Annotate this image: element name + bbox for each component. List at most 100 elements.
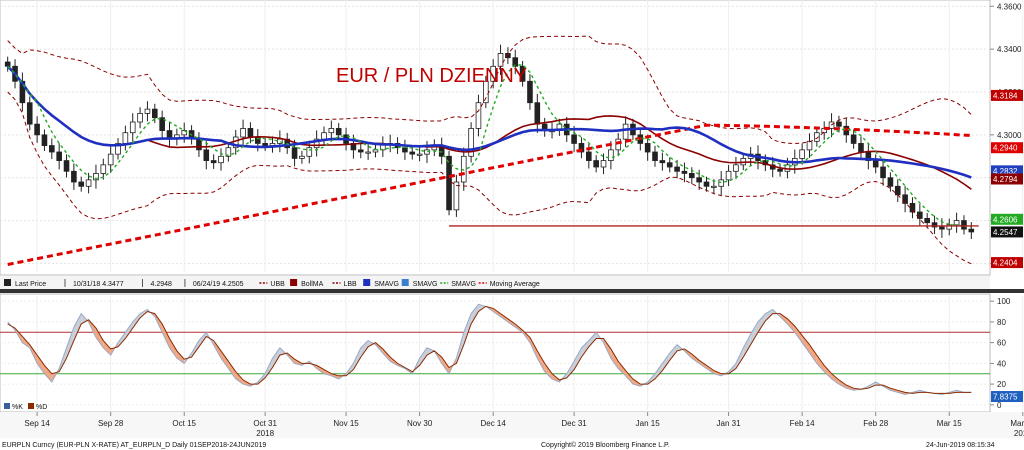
candle bbox=[63, 160, 70, 172]
legend-label: UBB bbox=[270, 281, 285, 288]
candle bbox=[475, 102, 482, 129]
osc-tick-label: 20 bbox=[997, 380, 1006, 389]
candle bbox=[733, 164, 739, 172]
x-tick-label: Mar 15 bbox=[937, 419, 962, 428]
price-tick-label: 4.3400 bbox=[997, 45, 1022, 54]
legend-swatch bbox=[4, 403, 10, 409]
panel-separator bbox=[0, 289, 1024, 293]
x-year-label: 2018 bbox=[256, 429, 274, 438]
x-tick-label: Jan 15 bbox=[636, 419, 661, 428]
candle bbox=[49, 145, 55, 153]
candle bbox=[872, 160, 879, 168]
osc-tick-label: 100 bbox=[997, 297, 1011, 306]
bar-icon bbox=[4, 279, 11, 286]
candle bbox=[247, 128, 254, 138]
candle bbox=[659, 160, 666, 164]
candle bbox=[858, 143, 864, 153]
candle bbox=[85, 179, 92, 187]
candle bbox=[674, 166, 680, 172]
candle bbox=[129, 121, 136, 134]
x-tick-label: Dec 31 bbox=[561, 419, 587, 428]
chart-title: EUR / PLN DZIENNY bbox=[336, 65, 527, 87]
x-tick-label: Feb 14 bbox=[790, 419, 815, 428]
candle bbox=[534, 102, 541, 125]
candle bbox=[144, 108, 151, 114]
price-tag-label: 4.2940 bbox=[993, 144, 1018, 153]
x-tick-label: Nov 15 bbox=[333, 419, 359, 428]
x-tick-label: Oct 15 bbox=[172, 419, 196, 428]
price-tag-label: 4.2547 bbox=[993, 228, 1018, 237]
candle bbox=[453, 181, 460, 211]
candle bbox=[703, 181, 710, 187]
candle bbox=[593, 160, 599, 168]
legend-label: SMAVG bbox=[451, 281, 476, 288]
candle bbox=[137, 113, 143, 123]
candle bbox=[681, 170, 688, 174]
x-tick-label: Sep 14 bbox=[24, 419, 50, 428]
candle bbox=[122, 132, 129, 144]
candle bbox=[850, 134, 857, 144]
candle bbox=[100, 164, 107, 174]
legend-label: BollMA bbox=[301, 281, 324, 288]
square-icon bbox=[290, 279, 298, 286]
legend-label: LBB bbox=[344, 281, 358, 288]
candle bbox=[666, 162, 673, 168]
price-tag-label: 4.2404 bbox=[993, 259, 1018, 268]
x-tick-label: Dec 14 bbox=[480, 419, 506, 428]
x-tick-label: Sep 28 bbox=[98, 419, 124, 428]
candle bbox=[321, 132, 327, 140]
price-tag-label: 4.2794 bbox=[993, 175, 1018, 184]
square-icon bbox=[401, 279, 409, 286]
osc-tick-label: 40 bbox=[997, 359, 1006, 368]
price-tag-label: 4.3184 bbox=[993, 91, 1018, 100]
candle bbox=[446, 155, 452, 211]
candle bbox=[968, 228, 975, 233]
candle bbox=[571, 134, 577, 144]
candle bbox=[644, 143, 651, 153]
legend-label: SMAVG bbox=[374, 281, 399, 288]
lower-legend-label: %D bbox=[36, 404, 47, 411]
candle bbox=[622, 123, 629, 140]
candle bbox=[196, 138, 202, 151]
legend-label: Last Price bbox=[15, 281, 46, 288]
price-tick-label: 4.3600 bbox=[997, 2, 1022, 11]
candle bbox=[600, 160, 607, 168]
osc-tick-label: 80 bbox=[997, 318, 1006, 327]
legend-swatch bbox=[28, 403, 34, 409]
candle bbox=[365, 151, 371, 154]
x-tick-label: Jan 31 bbox=[717, 419, 742, 428]
candle bbox=[894, 185, 901, 196]
candle bbox=[924, 218, 930, 224]
candle bbox=[218, 155, 224, 164]
price-tick-label: 4.3000 bbox=[997, 131, 1022, 140]
candle bbox=[586, 151, 592, 161]
candle bbox=[799, 149, 805, 159]
osc-value-tag-label: 7.8375 bbox=[993, 393, 1018, 402]
candle bbox=[688, 173, 695, 179]
legend-row: Last Price 10/31/18 4.3477 4.2948 06/24/19 … bbox=[4, 279, 540, 288]
candle bbox=[34, 123, 40, 136]
x-year-label: 2019 bbox=[1014, 429, 1024, 438]
candle bbox=[299, 155, 305, 159]
footer-right: 24-Jun-2019 08:15:34 bbox=[926, 442, 995, 449]
candle bbox=[961, 220, 967, 230]
osc-tick-label: 0 bbox=[997, 401, 1002, 410]
candle bbox=[880, 166, 886, 179]
price-tag-label: 4.2606 bbox=[993, 215, 1018, 224]
footer-left: EURPLN Curncy (EUR-PLN X-RATE) AT_EURPLN… bbox=[2, 442, 266, 449]
candle bbox=[402, 147, 408, 153]
legend-label: SMAVG bbox=[413, 281, 438, 288]
osc-tick-label: 60 bbox=[997, 339, 1006, 348]
price-tags: 4.31844.29404.28324.27944.26064.25474.24… bbox=[991, 89, 1023, 269]
legend-label: 10/31/18 4.3477 bbox=[73, 281, 124, 288]
candle bbox=[306, 147, 313, 157]
upper-panel bbox=[0, 0, 991, 276]
x-tick-label: Mar 29 bbox=[1010, 419, 1024, 428]
square-icon bbox=[363, 279, 371, 286]
candle bbox=[335, 128, 342, 136]
lower-legend-label: %K bbox=[12, 404, 23, 411]
candle bbox=[777, 168, 783, 172]
candle bbox=[806, 140, 813, 151]
candle bbox=[357, 149, 364, 153]
candle bbox=[887, 177, 894, 187]
